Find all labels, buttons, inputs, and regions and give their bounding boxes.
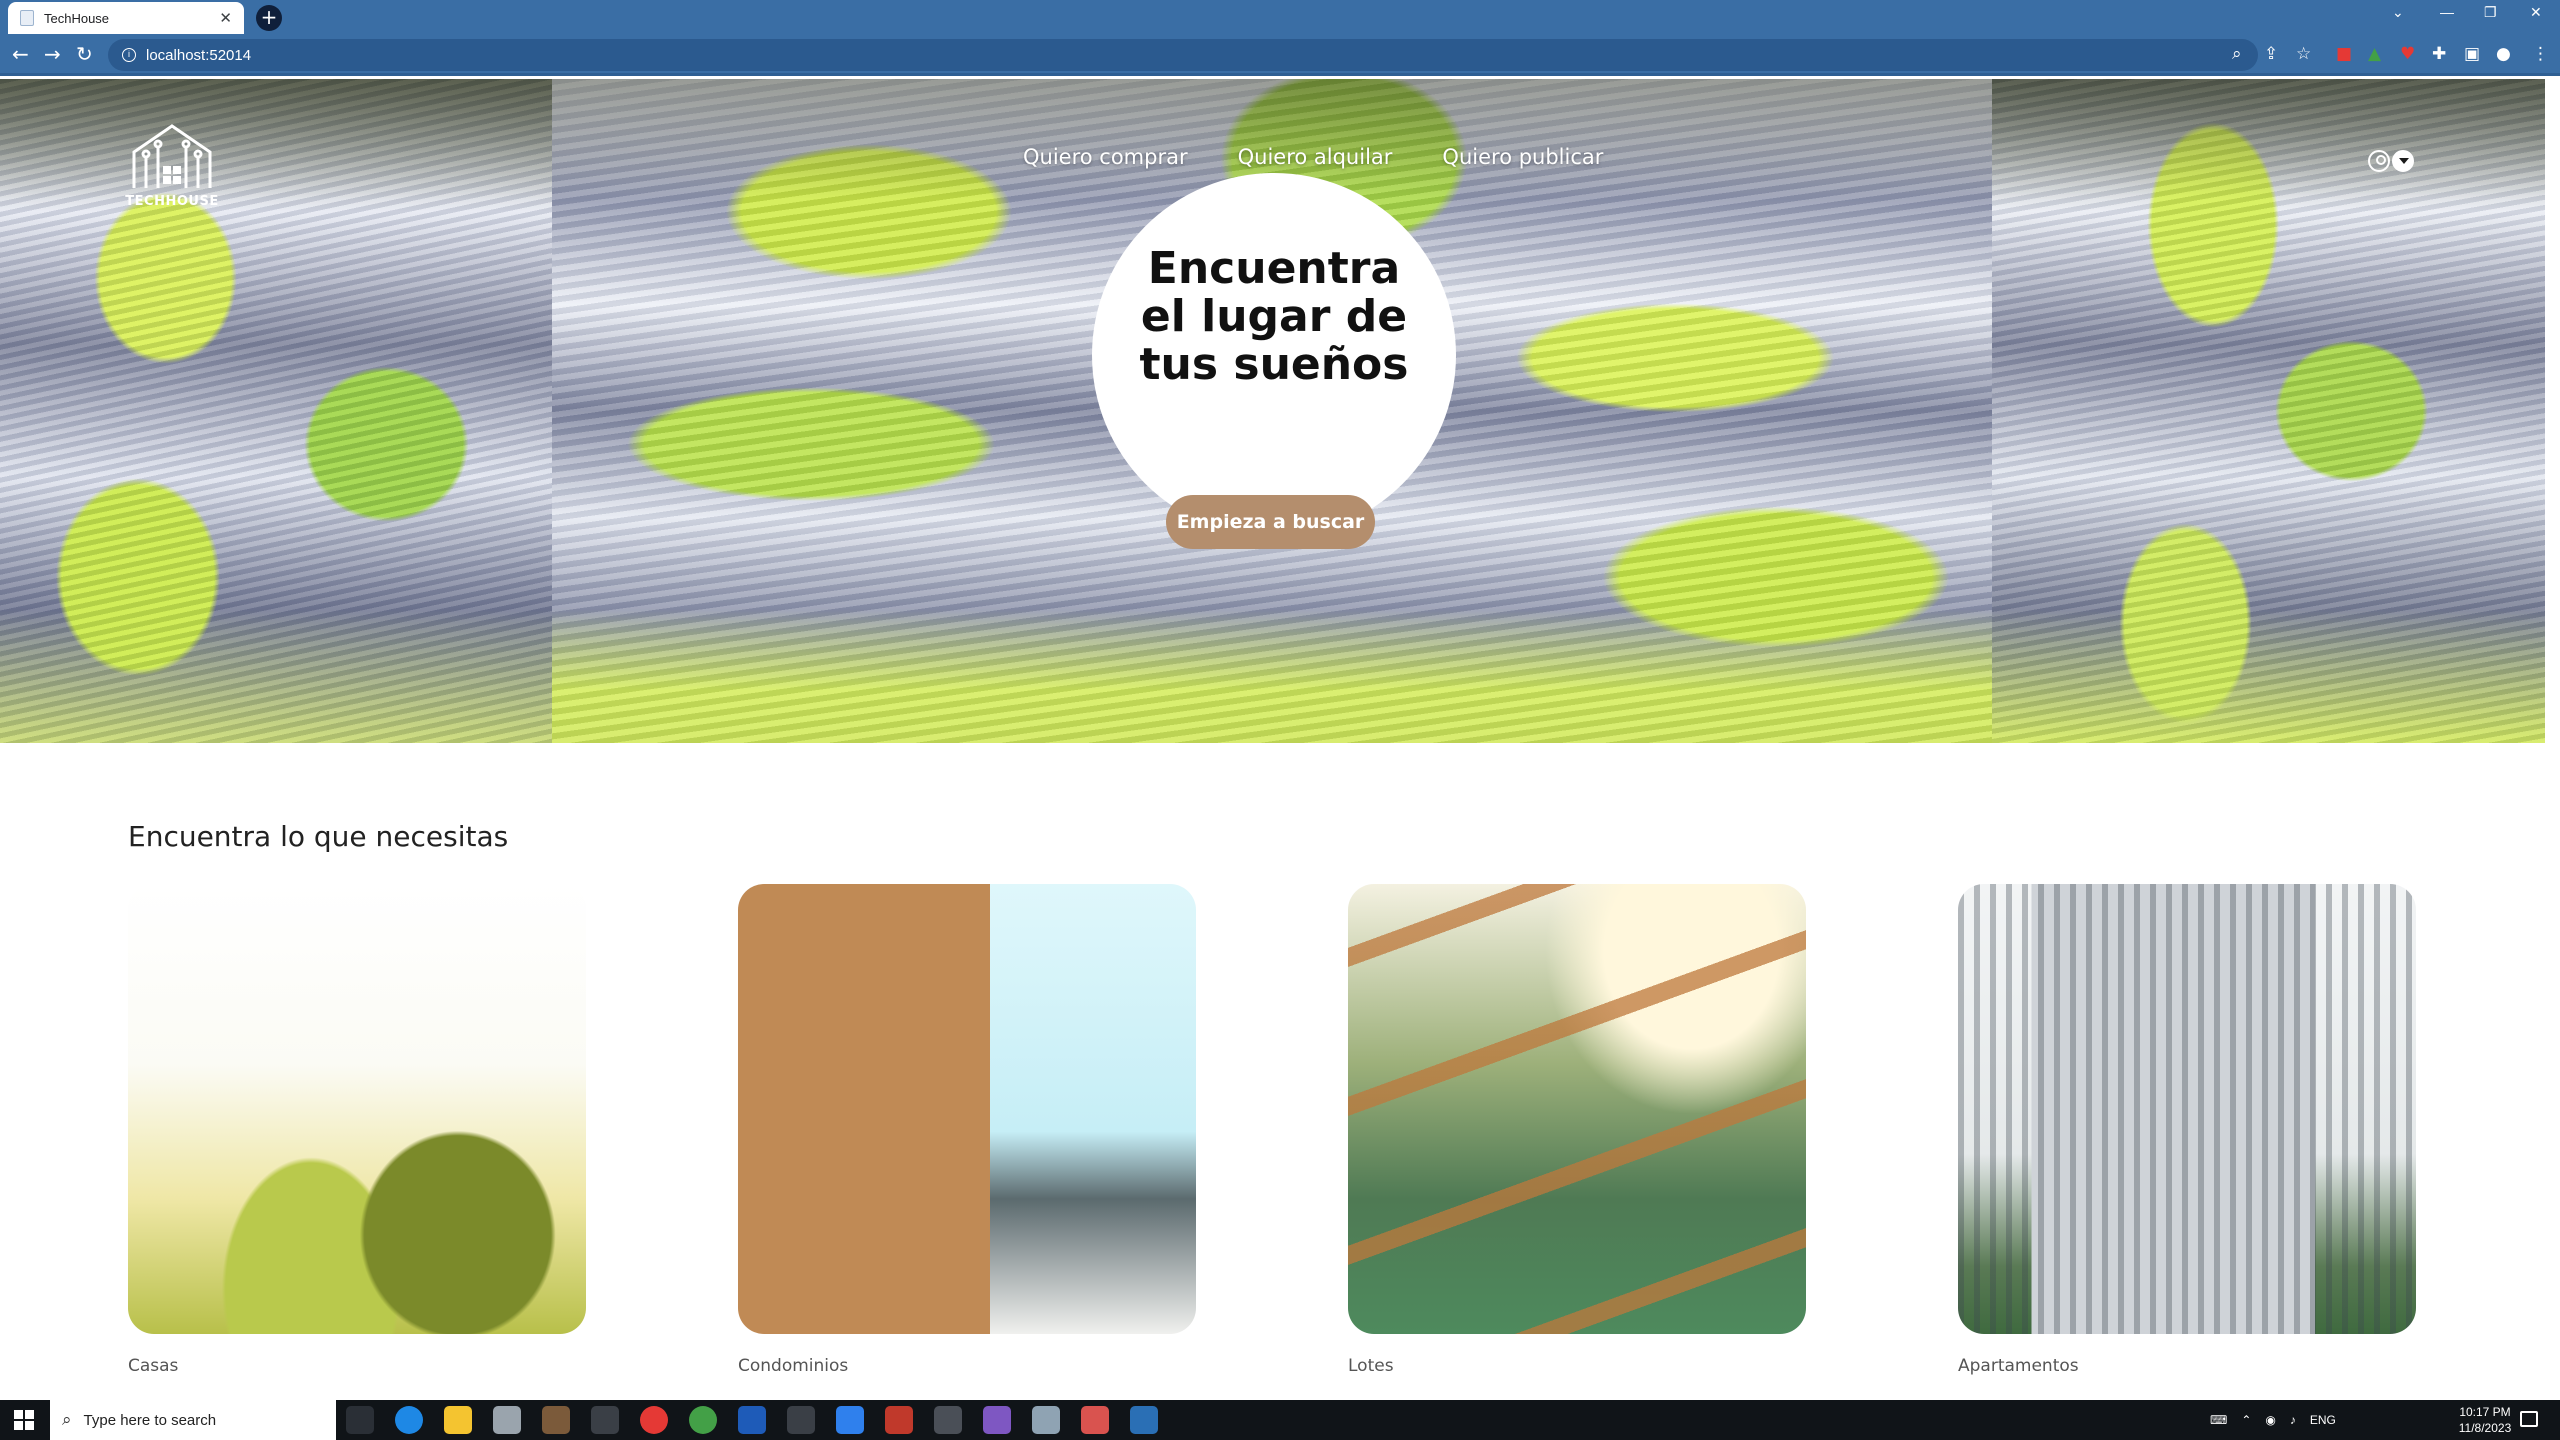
user-menu[interactable] [2368, 150, 2414, 172]
categories-title: Encuentra lo que necesitas [128, 820, 509, 853]
app-icon[interactable] [591, 1406, 619, 1434]
page-favicon-icon [20, 10, 34, 26]
profile-avatar-icon[interactable]: ● [2496, 44, 2511, 64]
pdf-extension-icon[interactable]: ■ [2336, 44, 2352, 64]
chrome-icon[interactable] [689, 1406, 717, 1434]
category-card-lotes[interactable] [1348, 884, 1806, 1334]
app-icon[interactable] [1081, 1406, 1109, 1434]
close-window-icon[interactable]: ✕ [2530, 4, 2542, 21]
tab-search-icon[interactable]: ⌄ [2392, 4, 2404, 21]
category-label-casas[interactable]: Casas [128, 1356, 178, 1376]
hero-title: Encuentra el lugar de tus sueños [1092, 245, 1456, 389]
category-label-condominios[interactable]: Condominios [738, 1356, 848, 1376]
browser-toolbar: ← → ↻ i localhost:52014 ⌕ ⇪ ☆ ■ ▲ ♥ ✚ ▣ … [0, 34, 2560, 76]
tab-title: TechHouse [44, 10, 110, 26]
nav-quiero-comprar[interactable]: Quiero comprar [1023, 145, 1188, 169]
browser-tab-strip: TechHouse ✕ + ⌄ — ❐ ✕ [0, 0, 2560, 34]
back-icon[interactable]: ← [12, 42, 29, 66]
windows-start-icon[interactable] [14, 1410, 34, 1430]
chevron-down-icon[interactable] [2392, 150, 2414, 172]
edge-icon[interactable] [395, 1406, 423, 1434]
user-account-icon[interactable] [2368, 150, 2390, 172]
zoom-icon[interactable]: ⌕ [2232, 44, 2242, 64]
show-hidden-icons-icon[interactable]: ⌃ [2241, 1413, 2251, 1427]
keyboard-icon[interactable]: ⌨ [2210, 1413, 2227, 1427]
close-tab-icon[interactable]: ✕ [219, 9, 232, 27]
main-nav: Quiero comprar Quiero alquilar Quiero pu… [1023, 145, 1653, 169]
category-card-apartamentos[interactable] [1958, 884, 2416, 1334]
drive-extension-icon[interactable]: ▲ [2368, 44, 2381, 64]
browser-tab[interactable]: TechHouse ✕ [8, 2, 244, 34]
category-card-casas[interactable] [128, 884, 586, 1334]
bookmark-star-icon[interactable]: ☆ [2296, 44, 2311, 64]
app-icon[interactable] [1130, 1406, 1158, 1434]
taskbar-search-box[interactable]: ⌕ Type here to search [50, 1400, 336, 1440]
app-icon[interactable] [542, 1406, 570, 1434]
minimize-icon[interactable]: — [2440, 4, 2454, 20]
taskbar-clock[interactable]: 10:17 PM 11/8/2023 [2440, 1404, 2530, 1436]
taskbar-search-placeholder: Type here to search [83, 1411, 217, 1429]
mail-icon[interactable] [836, 1406, 864, 1434]
hero-title-line-1: Encuentra [1147, 243, 1401, 294]
start-search-button[interactable]: Empieza a buscar [1166, 495, 1375, 549]
windows-taskbar: ⌕ Type here to search ⌨ ⌃ ◉ ♪ ENG 10:17 … [0, 1400, 2560, 1440]
side-panel-icon[interactable]: ▣ [2464, 44, 2480, 64]
address-bar[interactable]: i localhost:52014 [108, 39, 2258, 71]
address-url: localhost:52014 [146, 46, 252, 64]
volume-icon[interactable]: ♪ [2290, 1413, 2296, 1427]
site-info-icon[interactable]: i [122, 48, 136, 62]
network-icon[interactable]: ◉ [2265, 1413, 2275, 1427]
category-card-condominios[interactable] [738, 884, 1196, 1334]
browser-menu-icon[interactable]: ⋮ [2532, 44, 2549, 64]
search-icon: ⌕ [62, 1410, 72, 1430]
task-view-icon[interactable] [346, 1406, 374, 1434]
taskbar-apps [346, 1406, 1158, 1434]
share-icon[interactable]: ⇪ [2264, 44, 2278, 64]
restore-icon[interactable]: ❐ [2484, 4, 2497, 21]
nav-quiero-publicar[interactable]: Quiero publicar [1442, 145, 1603, 169]
language-indicator[interactable]: ENG [2310, 1413, 2336, 1427]
file-explorer-icon[interactable] [444, 1406, 472, 1434]
app-icon[interactable] [1032, 1406, 1060, 1434]
logo-text: TECHHOUSE [125, 194, 219, 209]
app-icon[interactable] [885, 1406, 913, 1434]
visual-studio-icon[interactable] [983, 1406, 1011, 1434]
nav-quiero-alquilar[interactable]: Quiero alquilar [1238, 145, 1393, 169]
app-icon[interactable] [934, 1406, 962, 1434]
forward-icon[interactable]: → [44, 42, 61, 66]
chrome-icon[interactable] [640, 1406, 668, 1434]
techhouse-logo[interactable]: TECHHOUSE [124, 122, 220, 212]
notification-icon[interactable] [2520, 1411, 2538, 1427]
category-label-lotes[interactable]: Lotes [1348, 1356, 1394, 1376]
settings-gear-icon[interactable] [787, 1406, 815, 1434]
new-tab-button[interactable]: + [256, 5, 282, 31]
clock-time: 10:17 PM [2459, 1405, 2511, 1419]
clock-date: 11/8/2023 [2458, 1421, 2512, 1435]
app-icon[interactable] [493, 1406, 521, 1434]
circuit-house-icon [132, 124, 212, 188]
extensions-puzzle-icon[interactable]: ✚ [2432, 44, 2446, 64]
hero-title-line-2: el lugar de [1140, 291, 1408, 342]
system-tray: ⌨ ⌃ ◉ ♪ ENG [2210, 1400, 2336, 1440]
word-icon[interactable] [738, 1406, 766, 1434]
hero-title-line-3: tus sueños [1139, 339, 1409, 390]
reload-icon[interactable]: ↻ [76, 42, 93, 66]
pocket-extension-icon[interactable]: ♥ [2400, 44, 2415, 64]
category-label-apartamentos[interactable]: Apartamentos [1958, 1356, 2079, 1376]
